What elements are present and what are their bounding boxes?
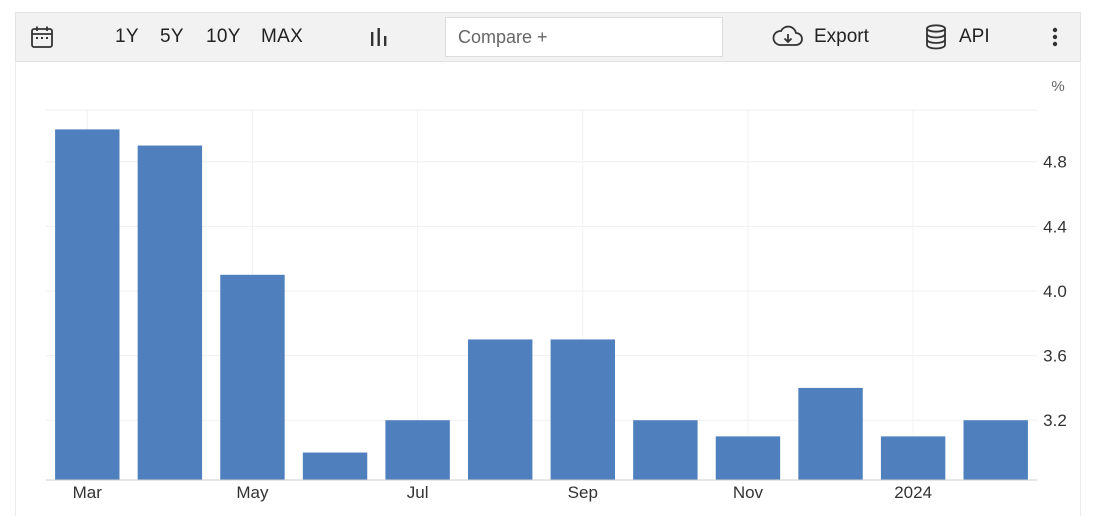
bar-jun[interactable] <box>302 452 368 480</box>
bar-dec[interactable] <box>798 387 863 480</box>
x-tick-label: Nov <box>733 483 764 502</box>
x-tick-label: Jul <box>407 483 429 502</box>
y-tick-label: 3.6 <box>1043 347 1067 366</box>
bar-may[interactable] <box>220 274 285 480</box>
bar-sep[interactable] <box>550 339 615 480</box>
bar-nov[interactable] <box>715 436 781 480</box>
bar-jul[interactable] <box>385 420 450 480</box>
y-axis: 3.2 3.6 4.0 4.4 4.8 <box>1043 153 1067 431</box>
bar-2024[interactable] <box>880 436 946 480</box>
chart-bars <box>55 129 1028 481</box>
y-axis-unit: % <box>1051 78 1064 95</box>
y-tick-label: 4.4 <box>1043 217 1067 236</box>
x-tick-label: Mar <box>73 483 103 502</box>
x-tick-label: Sep <box>568 483 598 502</box>
bar-aug[interactable] <box>468 339 533 480</box>
bar-apr[interactable] <box>137 145 203 481</box>
x-tick-label: 2024 <box>894 483 932 502</box>
x-tick-label: May <box>236 483 269 502</box>
y-tick-label: 3.2 <box>1043 411 1067 430</box>
bar-mar[interactable] <box>55 129 120 480</box>
y-tick-label: 4.0 <box>1043 282 1067 301</box>
bar-oct[interactable] <box>633 420 698 480</box>
bar-feb[interactable] <box>963 420 1028 480</box>
y-tick-label: 4.8 <box>1043 153 1067 172</box>
x-axis: Mar May Jul Sep Nov 2024 <box>46 479 1037 502</box>
bar-chart: 3.2 3.6 4.0 4.4 4.8 Mar May Jul Sep Nov 2024 % <box>46 78 1067 502</box>
